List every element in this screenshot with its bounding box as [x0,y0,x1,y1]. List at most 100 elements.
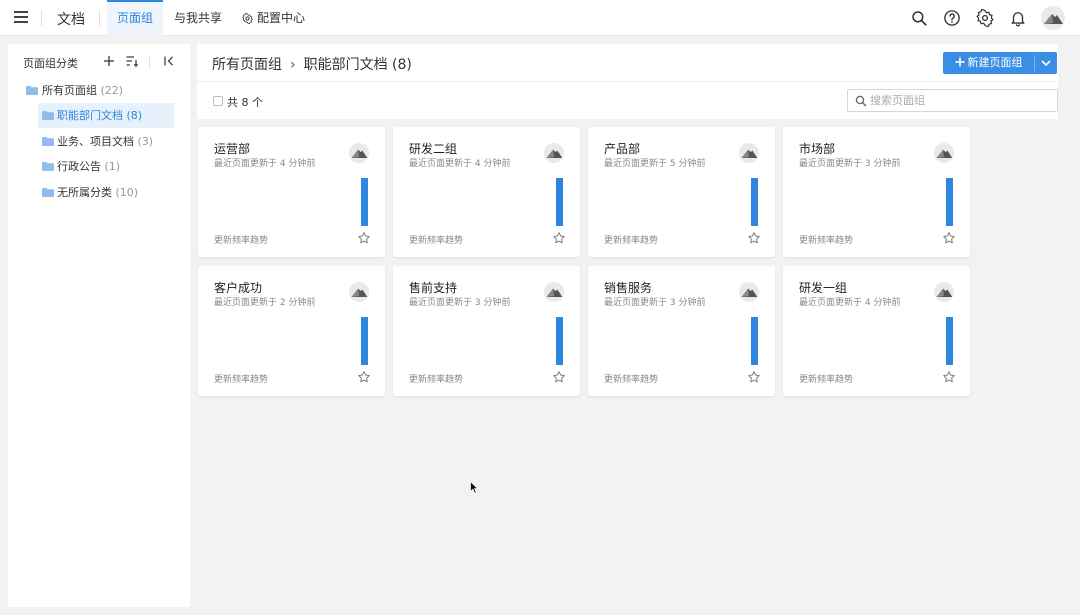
chevron-right-icon: › [290,57,296,73]
star-icon[interactable] [552,231,566,245]
tree-item-uncategorized[interactable]: 无所属分类 (10) [38,180,174,205]
folder-icon [42,111,54,120]
group-avatar [349,143,369,163]
sidebar: 页面组分类 所有页面组 (22) 职能部门文档 (8) 业务、项目文档 (3) … [8,44,190,607]
select-all-checkbox[interactable] [213,96,223,106]
collapse-icon[interactable] [162,54,176,68]
tree-item-label: 无所属分类 (10) [57,186,139,199]
page-group-card[interactable]: 运营部 最近页面更新于 4 分钟前 更新频率趋势 [198,127,385,257]
bell-icon[interactable] [1009,9,1027,27]
page-group-card[interactable]: 研发二组 最近页面更新于 4 分钟前 更新频率趋势 [393,127,580,257]
menu-icon[interactable] [14,11,28,25]
group-avatar [544,282,564,302]
card-title: 产品部 [604,142,641,156]
tree-item-label: 行政公告 (1) [57,160,121,173]
folder-icon [42,188,54,197]
card-title: 研发二组 [409,142,458,156]
tree-item-label: 所有页面组 (22) [42,84,124,97]
tree-item-admin-notice[interactable]: 行政公告 (1) [38,154,174,179]
main-header: 所有页面组 › 职能部门文档 (8) 新建页面组 共 8 个 [197,44,1058,119]
group-avatar [544,143,564,163]
page-group-card[interactable]: 市场部 最近页面更新于 3 分钟前 更新频率趋势 [783,127,970,257]
trend-bar [361,317,368,365]
page-group-card[interactable]: 产品部 最近页面更新于 5 分钟前 更新频率趋势 [588,127,775,257]
folder-icon [26,86,38,95]
divider [149,55,150,68]
page-group-card[interactable]: 销售服务 最近页面更新于 3 分钟前 更新频率趋势 [588,266,775,396]
search-box [847,89,1058,112]
star-icon[interactable] [357,370,371,384]
tab-shared-with-me[interactable]: 与我共享 [174,0,222,36]
trend-label: 更新频率趋势 [799,236,854,246]
trend-bar [946,317,953,365]
trend-bar [751,317,758,365]
trend-label: 更新频率趋势 [409,375,464,385]
chevron-down-icon[interactable] [1035,52,1057,74]
card-updated: 最近页面更新于 4 分钟前 [409,159,511,169]
tree-item-business-docs[interactable]: 业务、项目文档 (3) [38,129,174,154]
trend-label: 更新频率趋势 [799,375,854,385]
group-avatar [349,282,369,302]
new-page-group-button-group: 新建页面组 [943,52,1057,74]
search-icon[interactable] [910,9,928,27]
trend-bar [556,317,563,365]
tab-config-center[interactable]: 配置中心 [242,0,305,36]
gear-icon [242,13,253,24]
card-title: 客户成功 [214,281,263,295]
card-updated: 最近页面更新于 4 分钟前 [799,298,901,308]
tree-item-label: 业务、项目文档 (3) [57,135,154,148]
search-input[interactable] [870,93,1050,108]
group-avatar [934,143,954,163]
settings-icon[interactable] [976,9,994,27]
tab-label: 与我共享 [174,11,223,25]
trend-label: 更新频率趋势 [604,236,659,246]
trend-bar [751,178,758,226]
sort-icon[interactable] [125,54,139,68]
page-group-card[interactable]: 售前支持 最近页面更新于 3 分钟前 更新频率趋势 [393,266,580,396]
tree-item-functional-docs[interactable]: 职能部门文档 (8) [38,103,174,128]
new-button-label: 新建页面组 [967,56,1023,69]
card-updated: 最近页面更新于 2 分钟前 [214,298,316,308]
breadcrumb-root[interactable]: 所有页面组 [212,57,282,73]
card-updated: 最近页面更新于 3 分钟前 [409,298,511,308]
sidebar-title: 页面组分类 [23,57,78,70]
tab-label: 页面组 [116,11,153,25]
star-icon[interactable] [942,231,956,245]
star-icon[interactable] [357,231,371,245]
star-icon[interactable] [552,370,566,384]
tree-item-label: 职能部门文档 (8) [57,109,143,122]
star-icon[interactable] [942,370,956,384]
avatar[interactable] [1041,6,1065,30]
card-title: 售前支持 [409,281,458,295]
tab-page-groups[interactable]: 页面组 [107,0,163,36]
card-title: 运营部 [214,142,251,156]
divider [99,10,100,26]
page-group-card[interactable]: 客户成功 最近页面更新于 2 分钟前 更新频率趋势 [198,266,385,396]
add-icon[interactable] [102,54,116,68]
app-title: 文档 [57,12,85,28]
star-icon[interactable] [747,231,761,245]
help-icon[interactable] [943,9,961,27]
folder-icon [42,137,54,146]
tab-label: 配置中心 [257,11,306,25]
total-count: 共 8 个 [227,96,263,109]
trend-label: 更新频率趋势 [214,375,269,385]
plus-icon [955,57,964,67]
mouse-cursor-icon [470,481,478,494]
trend-bar [556,178,563,226]
page-group-card[interactable]: 研发一组 最近页面更新于 4 分钟前 更新频率趋势 [783,266,970,396]
card-title: 市场部 [799,142,836,156]
avatar-image [1044,14,1063,24]
search-icon [855,95,867,107]
tree-item-all[interactable]: 所有页面组 (22) [16,78,182,103]
folder-icon [42,162,54,171]
card-updated: 最近页面更新于 3 分钟前 [604,298,706,308]
breadcrumb-current: 职能部门文档 (8) [303,57,412,73]
new-page-group-button[interactable]: 新建页面组 [943,52,1034,74]
divider [41,10,42,26]
star-icon[interactable] [747,370,761,384]
trend-label: 更新频率趋势 [409,236,464,246]
card-updated: 最近页面更新于 4 分钟前 [214,159,316,169]
card-updated: 最近页面更新于 5 分钟前 [604,159,706,169]
trend-bar [946,178,953,226]
